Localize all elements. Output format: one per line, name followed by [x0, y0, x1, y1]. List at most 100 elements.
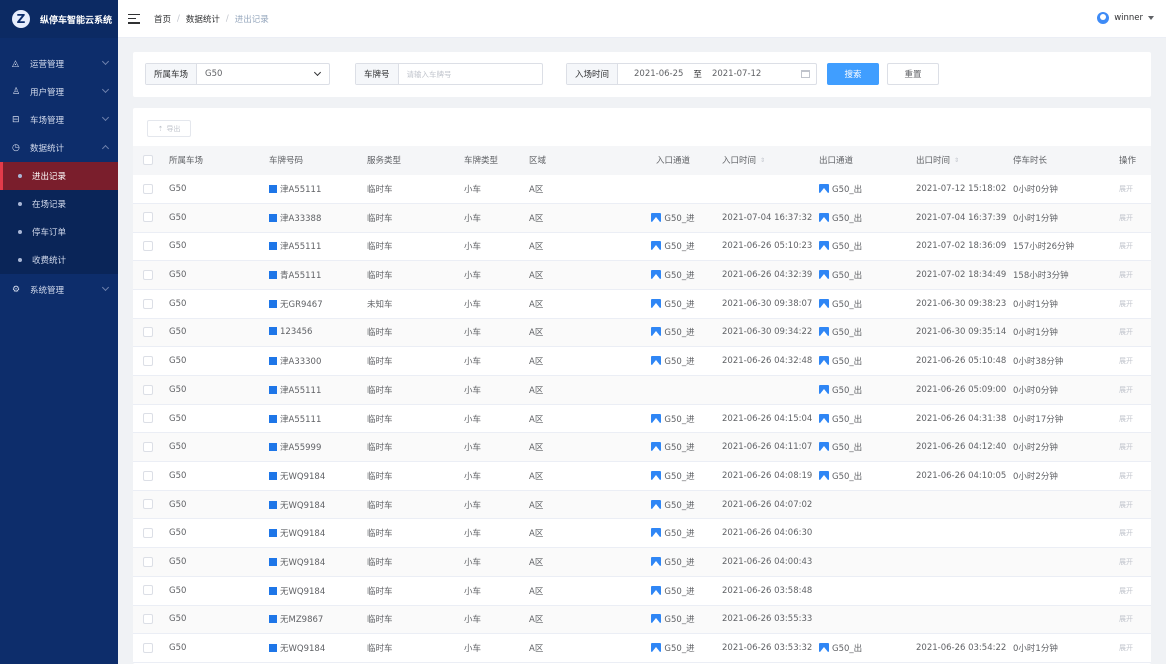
sidebar-item-system[interactable]: ⚙ 系统管理 [0, 276, 118, 304]
sidebar-item-entry-exit-records[interactable]: 进出记录 [0, 162, 118, 190]
row-checkbox[interactable] [143, 441, 153, 452]
col-exit-time[interactable]: 出口时间 ⇕ [916, 146, 1013, 175]
expand-link[interactable]: 展开 [1119, 328, 1133, 336]
row-checkbox[interactable] [143, 355, 153, 366]
cell-exit-gate[interactable]: G50_出 [819, 232, 916, 261]
cell-entry-gate[interactable]: G50_进 [624, 462, 722, 491]
cell-entry-gate[interactable]: G50_进 [624, 605, 722, 634]
row-checkbox[interactable] [143, 528, 153, 539]
sidebar-item-parking-lots[interactable]: ⊟ 车场管理 [0, 106, 118, 134]
cell-entry-gate[interactable]: G50_进 [624, 318, 722, 347]
sidebar-item-parking-orders[interactable]: 停车订单 [0, 218, 118, 246]
expand-link[interactable]: 展开 [1119, 443, 1133, 451]
cell-entry-gate[interactable]: G50_进 [624, 634, 722, 663]
row-checkbox[interactable] [143, 413, 153, 424]
col-entry-time[interactable]: 入口时间 ⇕ [722, 146, 819, 175]
cell-exit-gate[interactable]: G50_出 [819, 347, 916, 376]
select-all-checkbox[interactable] [143, 155, 153, 166]
entry-time-range[interactable]: 入场时间 2021-06-25 至 2021-07-12 [566, 63, 817, 85]
cell-exit-gate[interactable]: G50_出 [819, 462, 916, 491]
row-checkbox[interactable] [143, 269, 153, 280]
cell-entry-gate[interactable]: G50_进 [624, 232, 722, 261]
reset-button[interactable]: 重置 [887, 63, 939, 85]
cell-exit-gate[interactable]: G50_出 [819, 376, 916, 405]
row-checkbox[interactable] [143, 499, 153, 510]
cell-exit-gate[interactable]: G50_出 [819, 289, 916, 318]
cell-plate-type: 小车 [464, 500, 482, 511]
expand-link[interactable]: 展开 [1119, 472, 1133, 480]
cell-exit-gate[interactable]: G50_出 [819, 634, 916, 663]
row-checkbox[interactable] [143, 183, 153, 194]
row-checkbox[interactable] [143, 585, 153, 596]
row-checkbox[interactable] [143, 470, 153, 481]
expand-link[interactable]: 展开 [1119, 615, 1133, 623]
expand-link[interactable]: 展开 [1119, 558, 1133, 566]
row-checkbox[interactable] [143, 327, 153, 338]
row-checkbox[interactable] [143, 241, 153, 252]
sidebar-item-label: 收费统计 [32, 256, 67, 266]
row-select-cell [133, 203, 169, 232]
cell-entry-gate[interactable]: G50_进 [624, 261, 722, 290]
expand-link[interactable]: 展开 [1119, 587, 1133, 595]
app-logo[interactable]: Z 纵停车智能云系统 [0, 0, 118, 38]
parking-lot-value[interactable]: G50 [197, 64, 329, 84]
row-checkbox[interactable] [143, 642, 153, 653]
expand-link[interactable]: 展开 [1119, 415, 1133, 423]
expand-link[interactable]: 展开 [1119, 529, 1133, 537]
cell-entry-gate[interactable]: G50_进 [624, 347, 722, 376]
row-checkbox[interactable] [143, 384, 153, 395]
search-button[interactable]: 搜索 [827, 63, 879, 85]
row-checkbox[interactable] [143, 556, 153, 567]
date-to[interactable]: 2021-07-12 [712, 69, 761, 79]
expand-link[interactable]: 展开 [1119, 214, 1133, 222]
sidebar-item-operations[interactable]: ◬ 运营管理 [0, 50, 118, 78]
date-range-picker[interactable]: 2021-06-25 至 2021-07-12 [618, 64, 816, 84]
cell-entry-gate[interactable]: G50_进 [624, 548, 722, 577]
expand-link[interactable]: 展开 [1119, 300, 1133, 308]
row-select-cell [133, 347, 169, 376]
cell-exit-gate [819, 519, 916, 548]
row-checkbox[interactable] [143, 614, 153, 625]
sort-icon[interactable]: ⇕ [954, 157, 959, 164]
expand-link[interactable]: 展开 [1119, 501, 1133, 509]
cell-entry-gate[interactable]: G50_进 [624, 519, 722, 548]
expand-link[interactable]: 展开 [1119, 386, 1133, 394]
expand-link[interactable]: 展开 [1119, 242, 1133, 250]
cell-entry-gate[interactable]: G50_进 [624, 490, 722, 519]
parking-lot-select[interactable]: 所属车场 G50 [145, 63, 330, 85]
cell-exit-gate[interactable]: G50_出 [819, 261, 916, 290]
cell-entry-gate[interactable]: G50_进 [624, 289, 722, 318]
cell-exit-gate[interactable]: G50_出 [819, 433, 916, 462]
entry-gate-text: G50_进 [664, 586, 695, 597]
menu-toggle-icon[interactable] [128, 13, 140, 24]
cell-entry-gate[interactable]: G50_进 [624, 404, 722, 433]
plate-input[interactable] [406, 69, 534, 79]
cell-exit-gate[interactable]: G50_出 [819, 404, 916, 433]
cell-parking-lot: G50 [169, 384, 187, 395]
cell-entry-gate[interactable]: G50_进 [624, 203, 722, 232]
cell-exit-gate[interactable]: G50_出 [819, 318, 916, 347]
sidebar-item-onsite-records[interactable]: 在场记录 [0, 190, 118, 218]
date-from[interactable]: 2021-06-25 [634, 69, 683, 79]
cell-parking-lot: G50 [169, 212, 187, 223]
export-button[interactable]: ⇡ 导出 [147, 120, 191, 137]
expand-link[interactable]: 展开 [1119, 271, 1133, 279]
breadcrumb-statistics[interactable]: 数据统计 [186, 13, 220, 25]
cell-exit-gate[interactable]: G50_出 [819, 203, 916, 232]
breadcrumb-home[interactable]: 首页 [154, 13, 171, 25]
sidebar-item-statistics[interactable]: ◷ 数据统计 [0, 134, 118, 162]
cell-entry-gate[interactable]: G50_进 [624, 433, 722, 462]
expand-link[interactable]: 展开 [1119, 185, 1133, 193]
expand-link[interactable]: 展开 [1119, 357, 1133, 365]
user-menu[interactable]: winner [1097, 12, 1154, 24]
cell-exit-time: 2021-06-26 04:31:38 [916, 413, 1007, 424]
cell-entry-gate[interactable]: G50_进 [624, 576, 722, 605]
row-checkbox[interactable] [143, 212, 153, 223]
cell-exit-gate[interactable]: G50_出 [819, 175, 916, 204]
sidebar-item-users[interactable]: ♙ 用户管理 [0, 78, 118, 106]
row-checkbox[interactable] [143, 298, 153, 309]
expand-link[interactable]: 展开 [1119, 644, 1133, 652]
sidebar-item-fee-statistics[interactable]: 收费统计 [0, 246, 118, 274]
row-select-cell [133, 490, 169, 519]
sort-icon[interactable]: ⇕ [760, 157, 765, 164]
